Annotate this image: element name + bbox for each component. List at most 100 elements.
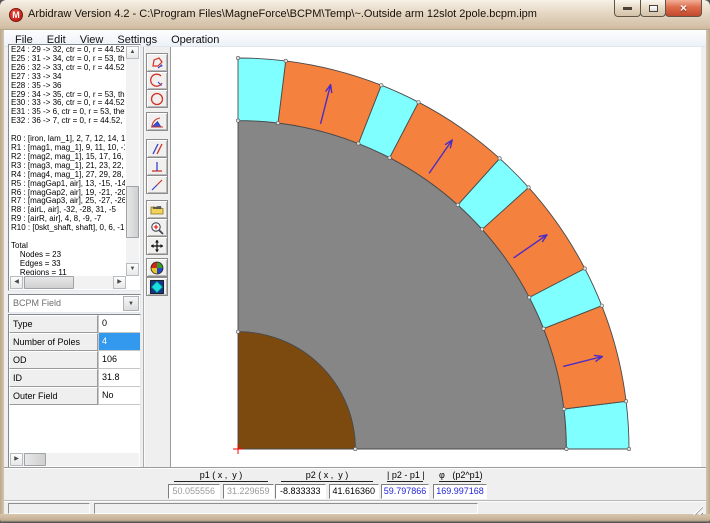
p2-group: p2 ( x , y ) -8.833333 41.616360 bbox=[275, 470, 379, 499]
minimize-button[interactable] bbox=[614, 0, 641, 17]
p2-label: p2 ( x , y ) bbox=[281, 470, 373, 482]
entity-listbox[interactable]: E24 : 29 -> 32, ctr = 0, r = 44.52, thE2… bbox=[8, 44, 141, 291]
regions bbox=[238, 58, 629, 449]
perpendicular-tool-button[interactable] bbox=[146, 157, 168, 176]
parallel-tool-button[interactable] bbox=[146, 139, 168, 158]
cyan-diamond-icon bbox=[149, 279, 165, 295]
entity-list-line[interactable] bbox=[11, 233, 125, 242]
client-area: FileEditViewSettingsOperation E24 : 29 -… bbox=[4, 30, 706, 514]
angle-icon bbox=[149, 114, 165, 130]
property-label-cell[interactable]: OD bbox=[9, 351, 98, 369]
field-type-combobox[interactable]: BCPM Field ▼ bbox=[8, 294, 141, 313]
minimize-icon bbox=[623, 7, 632, 10]
polygon-tool-button[interactable] bbox=[146, 53, 168, 72]
arc-tool-button[interactable] bbox=[146, 71, 168, 90]
property-row: Outer Field No bbox=[9, 387, 140, 405]
p1-y-field: 31.229659 bbox=[223, 484, 275, 499]
p1-group: p1 ( x , y ) 50.055556 31.229659 bbox=[168, 470, 274, 499]
entity-list-line[interactable]: R10 : [0skt_shaft, shaft], 0, 6, -1 bbox=[11, 224, 125, 233]
scroll-right-icon[interactable]: ▶ bbox=[10, 453, 23, 466]
window-controls: × bbox=[614, 0, 702, 17]
motor-cross-section bbox=[171, 47, 702, 467]
p1-x-field: 50.055556 bbox=[168, 484, 220, 499]
pan-tool-button[interactable] bbox=[146, 236, 168, 255]
resize-grip[interactable] bbox=[691, 503, 703, 515]
property-value-cell[interactable]: 0 bbox=[98, 315, 140, 333]
diagonal-line-icon bbox=[149, 177, 165, 193]
status-panel bbox=[8, 503, 90, 514]
perpendicular-icon bbox=[149, 159, 165, 175]
scroll-down-icon[interactable]: ▼ bbox=[126, 263, 139, 276]
window-frame-right bbox=[706, 30, 710, 514]
distance-group: | p2 - p1 | 59.797866 bbox=[381, 470, 429, 499]
property-value-cell[interactable]: 4 bbox=[98, 333, 140, 351]
scroll-right-icon[interactable]: ▶ bbox=[113, 276, 126, 289]
angle-tool-button[interactable] bbox=[146, 112, 168, 131]
close-icon: × bbox=[680, 2, 687, 14]
color-wheel-tool-button[interactable] bbox=[146, 258, 168, 277]
entity-list-vertical-scrollbar[interactable]: ▲ ▼ bbox=[126, 46, 139, 276]
property-label-cell[interactable]: ID bbox=[9, 369, 98, 387]
entity-list-lines: E24 : 29 -> 32, ctr = 0, r = 44.52, thE2… bbox=[11, 46, 125, 275]
distance-field: 59.797866 bbox=[381, 484, 429, 499]
phi-group: φ (p2^p1) 169.997168 bbox=[433, 470, 487, 499]
maximize-icon bbox=[649, 5, 658, 12]
p1-label: p1 ( x , y ) bbox=[174, 470, 268, 482]
scroll-up-icon[interactable]: ▲ bbox=[126, 46, 139, 59]
arc-icon bbox=[149, 73, 165, 89]
drawing-canvas[interactable] bbox=[170, 47, 701, 467]
move-arrows-icon bbox=[149, 238, 165, 254]
property-label-cell[interactable]: Type bbox=[9, 315, 98, 333]
line-tool-button[interactable] bbox=[146, 175, 168, 194]
entity-list-line[interactable]: E32 : 36 -> 7, ctr = 0, r = 44.52, the bbox=[11, 117, 125, 126]
property-row: OD 106 bbox=[9, 351, 140, 369]
zoom-in-icon bbox=[149, 220, 165, 236]
app-window: M Arbidraw Version 4.2 - C:\Program File… bbox=[0, 0, 710, 523]
property-label-cell[interactable]: Outer Field bbox=[9, 387, 98, 405]
open-tool-button[interactable] bbox=[146, 200, 168, 219]
title-bar[interactable]: M Arbidraw Version 4.2 - C:\Program File… bbox=[0, 0, 710, 30]
zoom-tool-button[interactable] bbox=[146, 218, 168, 237]
open-folder-icon bbox=[149, 202, 165, 218]
distance-label: | p2 - p1 | bbox=[387, 470, 423, 482]
entity-list-line[interactable]: Regions = 11 bbox=[11, 269, 125, 275]
status-panel bbox=[94, 503, 478, 514]
color-wheel-icon bbox=[149, 260, 165, 276]
menu-item[interactable]: Operation bbox=[164, 32, 226, 46]
p2-x-field[interactable]: -8.833333 bbox=[275, 484, 326, 499]
field-type-value: BCPM Field bbox=[13, 298, 61, 308]
region-airL[interactable] bbox=[238, 58, 286, 123]
scroll-thumb[interactable] bbox=[24, 453, 46, 466]
property-panel: Type 0 Number of Poles 4 OD 106 ID bbox=[8, 314, 141, 468]
polygon-icon bbox=[149, 55, 165, 71]
coordinate-panel: p1 ( x , y ) 50.055556 31.229659 p2 ( x … bbox=[4, 467, 706, 500]
property-value-cell[interactable]: No bbox=[98, 387, 140, 405]
property-row: Type 0 bbox=[9, 315, 140, 333]
property-row: ID 31.8 bbox=[9, 369, 140, 387]
window-frame-bottom bbox=[0, 514, 710, 523]
phi-field: 169.997168 bbox=[433, 484, 487, 499]
scroll-left-icon[interactable]: ◀ bbox=[10, 276, 23, 289]
entity-list-horizontal-scrollbar[interactable]: ◀ ▶ bbox=[10, 276, 126, 289]
close-button[interactable]: × bbox=[665, 0, 702, 17]
region-fill-tool-button[interactable] bbox=[146, 277, 168, 296]
scroll-thumb[interactable] bbox=[126, 186, 139, 238]
property-label-cell[interactable]: Number of Poles bbox=[9, 333, 98, 351]
property-value-cell[interactable]: 106 bbox=[98, 351, 140, 369]
property-row: Number of Poles 4 bbox=[9, 333, 140, 351]
parallel-lines-icon bbox=[149, 141, 165, 157]
property-value-cell[interactable]: 31.8 bbox=[98, 369, 140, 387]
circle-icon bbox=[149, 91, 165, 107]
scroll-thumb[interactable] bbox=[24, 276, 74, 289]
property-horizontal-scrollbar[interactable]: ◀ ▶ bbox=[10, 453, 139, 466]
region-airR[interactable] bbox=[564, 401, 629, 449]
chevron-down-icon[interactable]: ▼ bbox=[123, 296, 139, 311]
circle-tool-button[interactable] bbox=[146, 89, 168, 108]
app-logo-icon: M bbox=[9, 8, 23, 22]
window-title: Arbidraw Version 4.2 - C:\Program Files\… bbox=[28, 8, 537, 20]
status-bar bbox=[4, 500, 706, 514]
maximize-button[interactable] bbox=[640, 0, 666, 17]
p2-y-field[interactable]: 41.616360 bbox=[329, 484, 380, 499]
phi-label: φ (p2^p1) bbox=[439, 470, 481, 482]
property-table: Type 0 Number of Poles 4 OD 106 ID bbox=[9, 315, 140, 405]
